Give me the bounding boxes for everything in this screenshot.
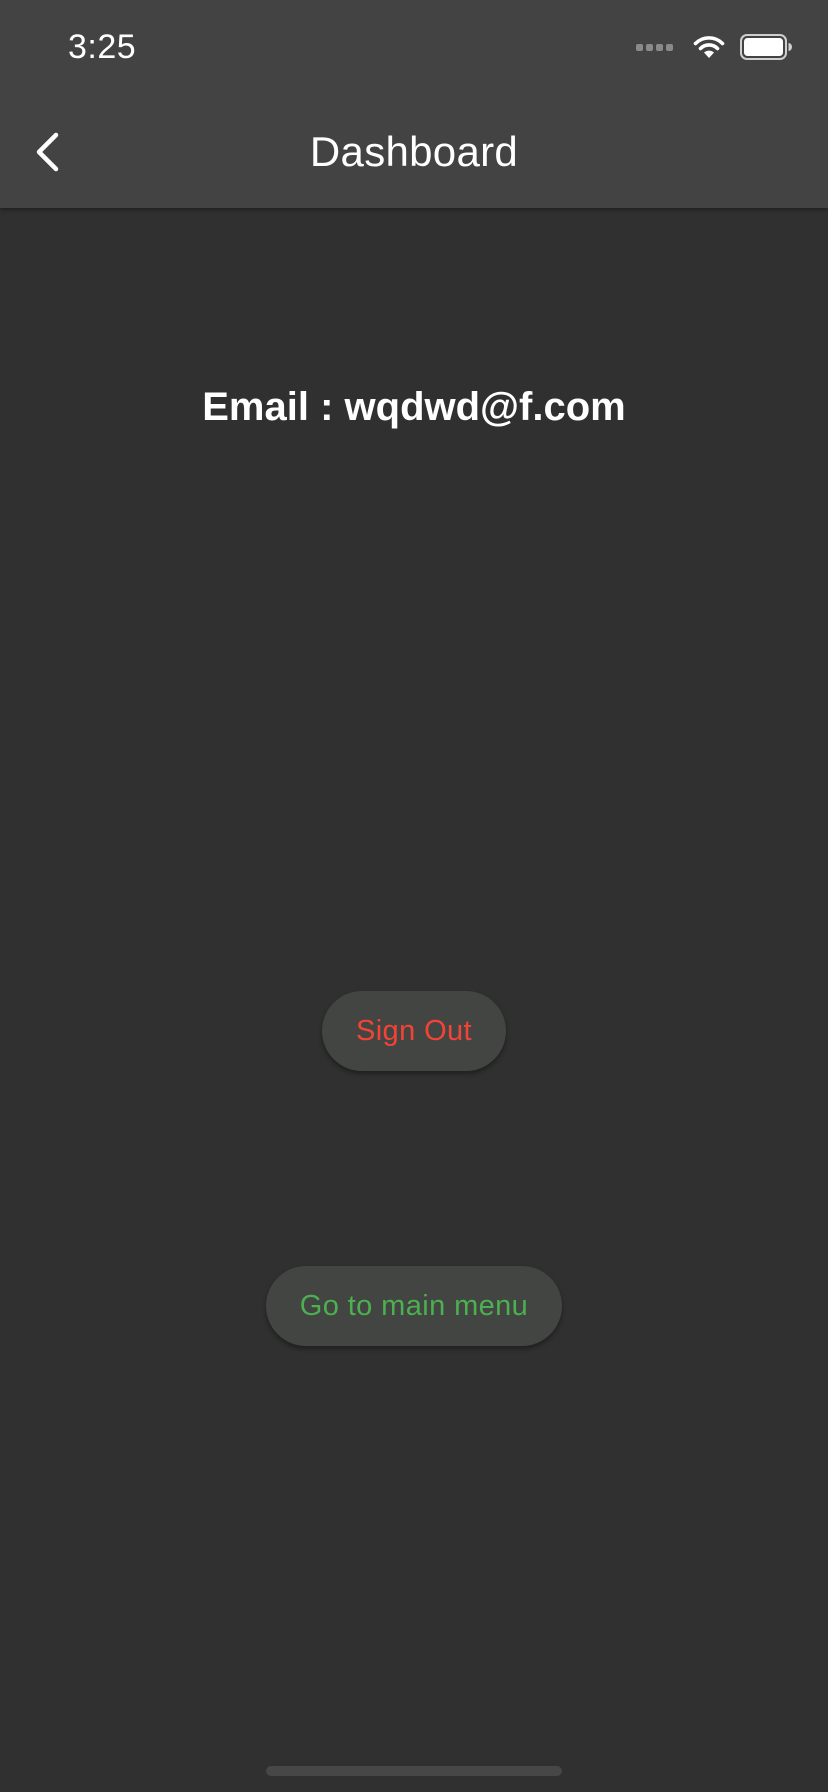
app-bar: 3:25 Dashboard (0, 0, 828, 208)
go-to-main-menu-label: Go to main menu (299, 1289, 529, 1322)
cellular-signal-icon (636, 43, 676, 51)
battery-icon (740, 34, 792, 60)
user-email-text: Email : wqdwd@f.com (202, 385, 626, 429)
sign-out-label: Sign Out (355, 1014, 473, 1047)
sign-out-button[interactable]: Sign Out (322, 991, 506, 1071)
dashboard-screen: 3:25 Dashboard Email : wqdwd@f.com Sign … (0, 0, 828, 1792)
home-indicator[interactable] (266, 1766, 562, 1776)
status-icons (636, 34, 792, 60)
wifi-icon (693, 36, 725, 58)
status-time: 3:25 (68, 28, 137, 66)
go-to-main-menu-button[interactable]: Go to main menu (266, 1266, 562, 1346)
page-title: Dashboard (309, 128, 519, 175)
